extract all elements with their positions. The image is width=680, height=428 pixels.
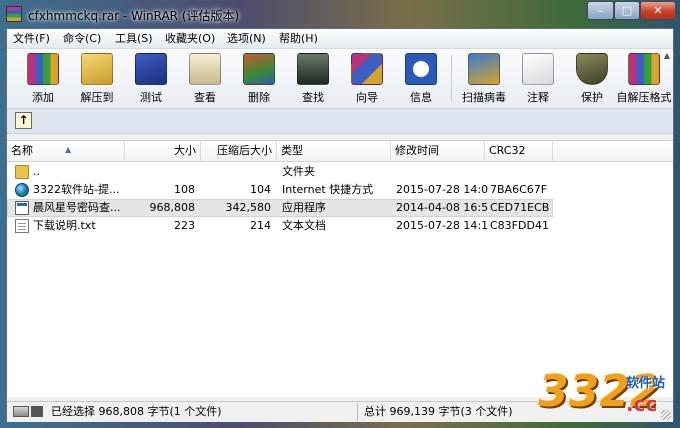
status-selected: 已经选择 968,808 字节(1 个文件) — [51, 405, 222, 418]
table-row[interactable]: 3322软件站-提... 108 104 Internet 快捷方式 2015-… — [7, 181, 673, 199]
file-crc: CED71ECB — [490, 201, 550, 214]
watermark-domain: .cc — [626, 392, 658, 416]
menu-file[interactable]: 文件(F) — [13, 31, 50, 46]
column-name-label: 名称 — [11, 144, 33, 157]
file-packed: 214 — [250, 219, 271, 232]
file-modified: 2015-07-28 14:07 — [396, 183, 488, 196]
text-file-icon — [15, 219, 29, 233]
winrar-logo-icon — [6, 6, 22, 22]
test-button[interactable]: 测试 — [124, 49, 178, 107]
delete-recycle-icon — [243, 53, 275, 85]
comment-button[interactable]: 注释 — [511, 49, 565, 107]
file-type: 应用程序 — [282, 201, 326, 214]
winrar-window: cfxhmmckq.rar - WinRAR (评估版本) – □ ✕ 文件(F… — [0, 0, 680, 428]
file-name: 晨风星号密码查... — [33, 201, 121, 214]
maximize-button[interactable]: □ — [614, 1, 640, 20]
extract-to-button[interactable]: 解压到 — [70, 49, 124, 107]
info-icon — [405, 53, 437, 85]
sfx-archive-icon — [628, 53, 660, 85]
table-row[interactable]: 下载说明.txt 223 214 文本文档 2015-07-28 14:10 C… — [7, 217, 673, 235]
menu-bar: 文件(F) 命令(C) 工具(S) 收藏夹(O) 选项(N) 帮助(H) — [7, 29, 673, 49]
add-button[interactable]: 添加 — [16, 49, 70, 107]
column-name[interactable]: 名称 ▲ — [7, 141, 125, 161]
file-packed: 104 — [250, 183, 271, 196]
menu-favorites[interactable]: 收藏夹(O) — [165, 31, 215, 46]
column-crc[interactable]: CRC32 — [485, 141, 553, 161]
file-type: Internet 快捷方式 — [282, 183, 374, 196]
test-checkmark-icon — [135, 53, 167, 85]
delete-button[interactable]: 删除 — [232, 49, 286, 107]
file-modified: 2015-07-28 14:10 — [396, 219, 488, 232]
toolbar: 添加 解压到 测试 查看 删除 查找 向导 信息 扫描病毒 注释 保护 自解压格… — [7, 49, 673, 107]
file-crc: 7BA6C67F — [490, 183, 548, 196]
status-divider — [357, 403, 358, 421]
info-button[interactable]: 信息 — [394, 49, 448, 107]
column-header-row: 名称 ▲ 大小 压缩后大小 类型 修改时间 CRC32 — [7, 141, 673, 162]
file-packed: 342,580 — [225, 201, 272, 214]
file-size: 968,808 — [149, 201, 196, 214]
find-button[interactable]: 查找 — [286, 49, 340, 107]
virus-scan-icon — [468, 53, 500, 85]
title-bar[interactable]: cfxhmmckq.rar - WinRAR (评估版本) – □ ✕ — [0, 0, 680, 28]
globe-icon — [15, 183, 29, 197]
file-name: 3322软件站-提... — [33, 183, 120, 196]
window-title: cfxhmmckq.rar - WinRAR (评估版本) — [28, 9, 240, 23]
site-watermark: 3322 软件站 .cc — [530, 362, 676, 424]
file-crc — [490, 163, 554, 181]
file-type: 文件夹 — [282, 165, 315, 178]
wizard-icon — [351, 53, 383, 85]
sfx-label: 自解压格式 — [616, 91, 672, 104]
file-size: 108 — [174, 183, 195, 196]
menu-tools[interactable]: 工具(S) — [115, 31, 153, 46]
menu-help[interactable]: 帮助(H) — [279, 31, 318, 46]
close-button[interactable]: ✕ — [640, 1, 676, 20]
wizard-button[interactable]: 向导 — [340, 49, 394, 107]
drive-icon — [13, 406, 29, 417]
file-type: 文本文档 — [282, 219, 326, 232]
column-size[interactable]: 大小 — [125, 141, 201, 161]
up-folder-button[interactable]: ↑ — [15, 112, 32, 129]
file-size: 223 — [174, 219, 195, 232]
extract-folder-icon — [81, 53, 113, 85]
column-modified[interactable]: 修改时间 — [391, 141, 485, 161]
file-modified — [396, 163, 488, 181]
path-bar: ↑ — [7, 108, 673, 134]
toolbar-overflow-icon[interactable]: ▲ — [664, 51, 670, 60]
comment-icon — [522, 53, 554, 85]
find-binoculars-icon — [297, 53, 329, 85]
file-name: .. — [33, 165, 40, 178]
file-list[interactable]: 名称 ▲ 大小 压缩后大小 类型 修改时间 CRC32 .. 文件夹 3322软… — [7, 140, 673, 397]
application-icon — [15, 201, 29, 215]
folder-icon — [15, 165, 29, 179]
column-type[interactable]: 类型 — [277, 141, 391, 161]
virus-scan-button[interactable]: 扫描病毒 — [457, 49, 511, 107]
archive-books-icon — [27, 53, 59, 85]
file-name: 下载说明.txt — [33, 219, 96, 232]
view-glasses-icon — [189, 53, 221, 85]
status-total: 总计 969,139 字节(3 个文件) — [364, 405, 513, 418]
menu-commands[interactable]: 命令(C) — [63, 31, 101, 46]
up-arrow-icon: ↑ — [18, 113, 29, 127]
file-packed — [201, 163, 271, 181]
info-label: 信息 — [410, 91, 432, 104]
table-row-selected[interactable]: 晨风星号密码查... 968,808 342,580 应用程序 2014-04-… — [7, 199, 673, 217]
file-modified: 2014-04-08 16:50 — [396, 201, 488, 214]
menu-options[interactable]: 选项(N) — [227, 31, 266, 46]
view-button[interactable]: 查看 — [178, 49, 232, 107]
sort-ascending-icon: ▲ — [65, 145, 72, 154]
table-row[interactable]: .. 文件夹 — [7, 163, 673, 181]
key-icon — [31, 406, 43, 417]
minimize-button[interactable]: – — [587, 1, 614, 20]
column-packed[interactable]: 压缩后大小 — [201, 141, 277, 161]
file-crc: C83FDD41 — [490, 219, 549, 232]
file-size — [125, 163, 195, 181]
protect-shield-icon — [576, 53, 608, 85]
watermark-site: 软件站 — [626, 376, 666, 391]
